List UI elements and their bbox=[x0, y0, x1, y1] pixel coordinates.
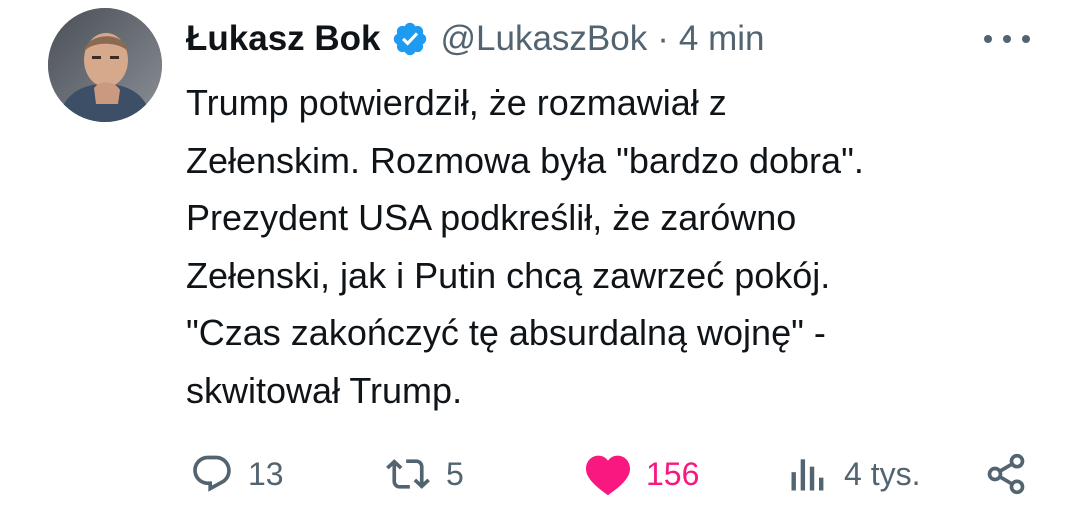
repost-icon bbox=[386, 459, 430, 489]
tweet-time[interactable]: 4 min bbox=[679, 19, 765, 59]
verified-badge-icon bbox=[391, 20, 429, 58]
action-bar: 13 5 156 4 tys. bbox=[0, 448, 1080, 500]
tweet-text: Trump potwierdził, że rozmawiał z Zełens… bbox=[186, 74, 1016, 419]
like-count: 156 bbox=[646, 455, 700, 492]
reply-count: 13 bbox=[248, 455, 284, 492]
reply-icon bbox=[193, 455, 231, 492]
author-handle[interactable]: @LukaszBok bbox=[441, 19, 648, 59]
avatar-photo-icon bbox=[48, 8, 162, 122]
more-options-icon[interactable] bbox=[984, 26, 1030, 52]
share-icon bbox=[987, 453, 1025, 495]
tweet-line: Zełenski, jak i Putin chcą zawrzeć pokój… bbox=[186, 254, 831, 296]
separator-dot: · bbox=[657, 19, 669, 58]
views-button[interactable]: 4 tys. bbox=[786, 448, 920, 500]
share-button[interactable] bbox=[984, 448, 1028, 500]
heart-filled-icon bbox=[586, 455, 630, 496]
views-chart-icon bbox=[791, 459, 824, 491]
repost-button[interactable]: 5 bbox=[384, 448, 464, 500]
repost-count: 5 bbox=[446, 455, 464, 492]
tweet-line: Prezydent USA podkreślił, że zarówno bbox=[186, 197, 797, 238]
tweet-header: Łukasz Bok @LukaszBok · 4 min bbox=[186, 14, 765, 64]
views-count: 4 tys. bbox=[844, 455, 921, 492]
reply-button[interactable]: 13 bbox=[190, 448, 284, 500]
avatar[interactable] bbox=[48, 8, 162, 122]
tweet-line: Trump potwierdził, że rozmawiał z bbox=[186, 82, 727, 123]
tweet-line: skwitował Trump. bbox=[186, 369, 463, 411]
author-name[interactable]: Łukasz Bok bbox=[186, 19, 381, 59]
tweet-line: "Czas zakończyć tę absurdalną wojnę" - bbox=[186, 312, 826, 353]
like-button[interactable]: 156 bbox=[584, 448, 699, 500]
tweet-line: Zełenskim. Rozmowa była "bardzo dobra". bbox=[186, 139, 864, 181]
